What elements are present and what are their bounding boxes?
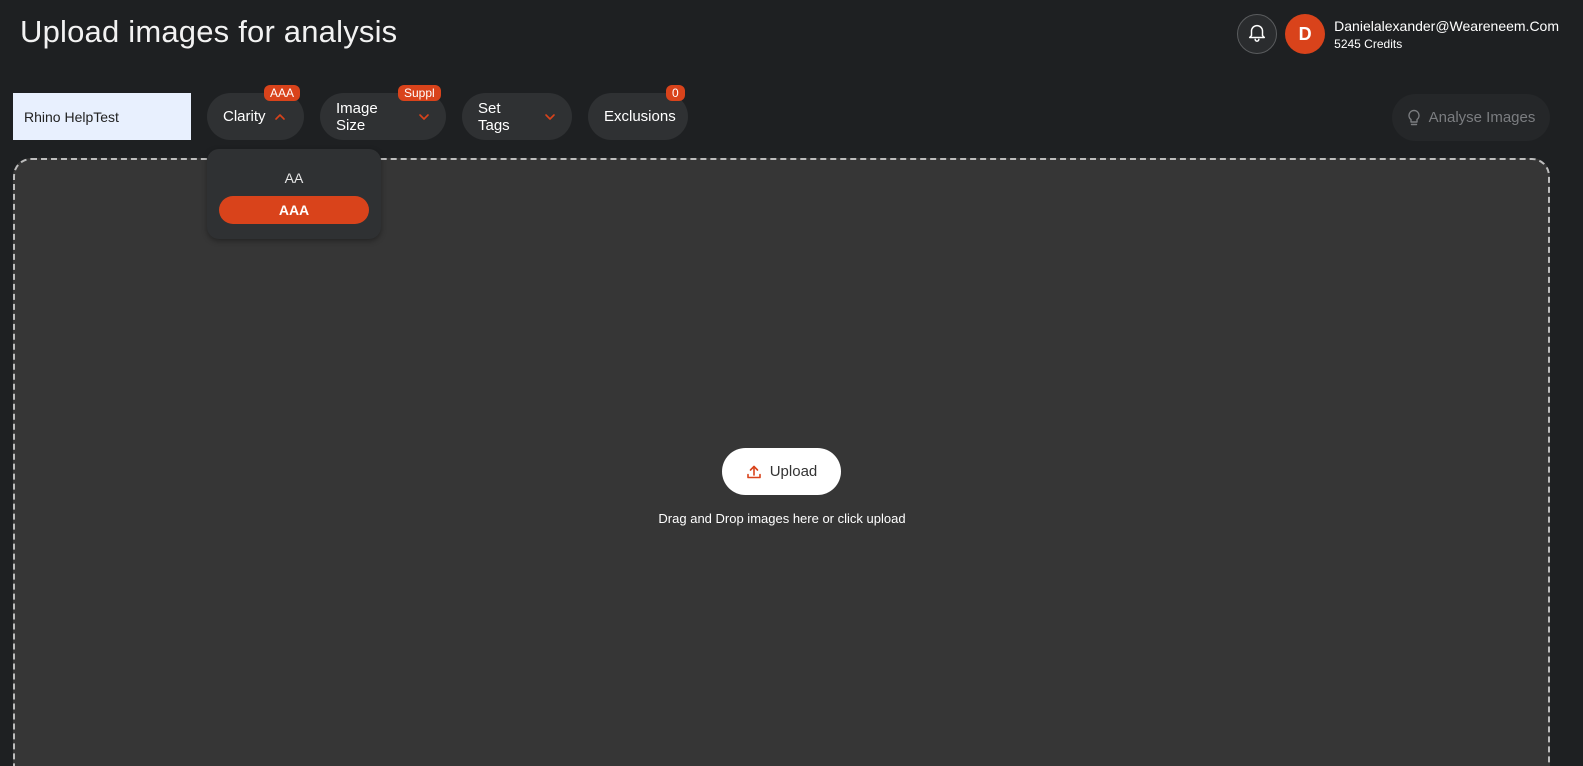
chevron-up-icon [274, 113, 286, 121]
exclusions-label: Exclusions [604, 108, 676, 125]
user-info: Danielalexander@Weareneem.Com 5245 Credi… [1334, 17, 1559, 52]
image-size-dropdown-button[interactable]: Image Size Suppl [320, 85, 446, 140]
user-credits: 5245 Credits [1334, 36, 1403, 51]
project-name-input[interactable] [13, 93, 191, 140]
clarity-badge: AAA [264, 85, 301, 101]
chevron-down-icon [544, 113, 556, 121]
exclusions-button[interactable]: Exclusions 0 [588, 85, 688, 140]
chevron-down-icon [418, 113, 430, 121]
avatar[interactable]: D [1285, 14, 1326, 54]
clarity-option-aaa[interactable]: AAA [219, 196, 369, 224]
bell-icon [1246, 21, 1268, 48]
upload-button[interactable]: Upload [722, 448, 841, 495]
image-size-label: Image Size [336, 99, 378, 134]
analyse-images-button[interactable]: Analyse Images [1392, 94, 1550, 141]
notifications-button[interactable] [1237, 14, 1278, 54]
clarity-option-aa[interactable]: AA [219, 164, 369, 192]
clarity-options-menu: AA AAA [207, 149, 381, 239]
analyse-images-label: Analyse Images [1428, 109, 1536, 126]
clarity-dropdown-button[interactable]: Clarity AAA [207, 85, 304, 140]
image-size-badge: Suppl [398, 85, 441, 101]
page-title: Upload images for analysis [20, 14, 398, 49]
set-tags-label: Set Tags [478, 99, 510, 134]
exclusions-badge: 0 [666, 85, 685, 101]
upload-icon [746, 464, 762, 480]
user-email: Danielalexander@Weareneem.Com [1334, 17, 1559, 34]
upload-label: Upload [769, 463, 818, 480]
dropzone-hint: Drag and Drop images here or click uploa… [658, 511, 906, 526]
page: Upload images for analysis D Danielalexa… [0, 0, 1583, 766]
clarity-label: Clarity [223, 108, 266, 125]
user-area: D Danielalexander@Weareneem.Com 5245 Cre… [1237, 14, 1559, 54]
lightbulb-icon [1407, 109, 1421, 127]
set-tags-dropdown-button[interactable]: Set Tags [462, 93, 572, 140]
